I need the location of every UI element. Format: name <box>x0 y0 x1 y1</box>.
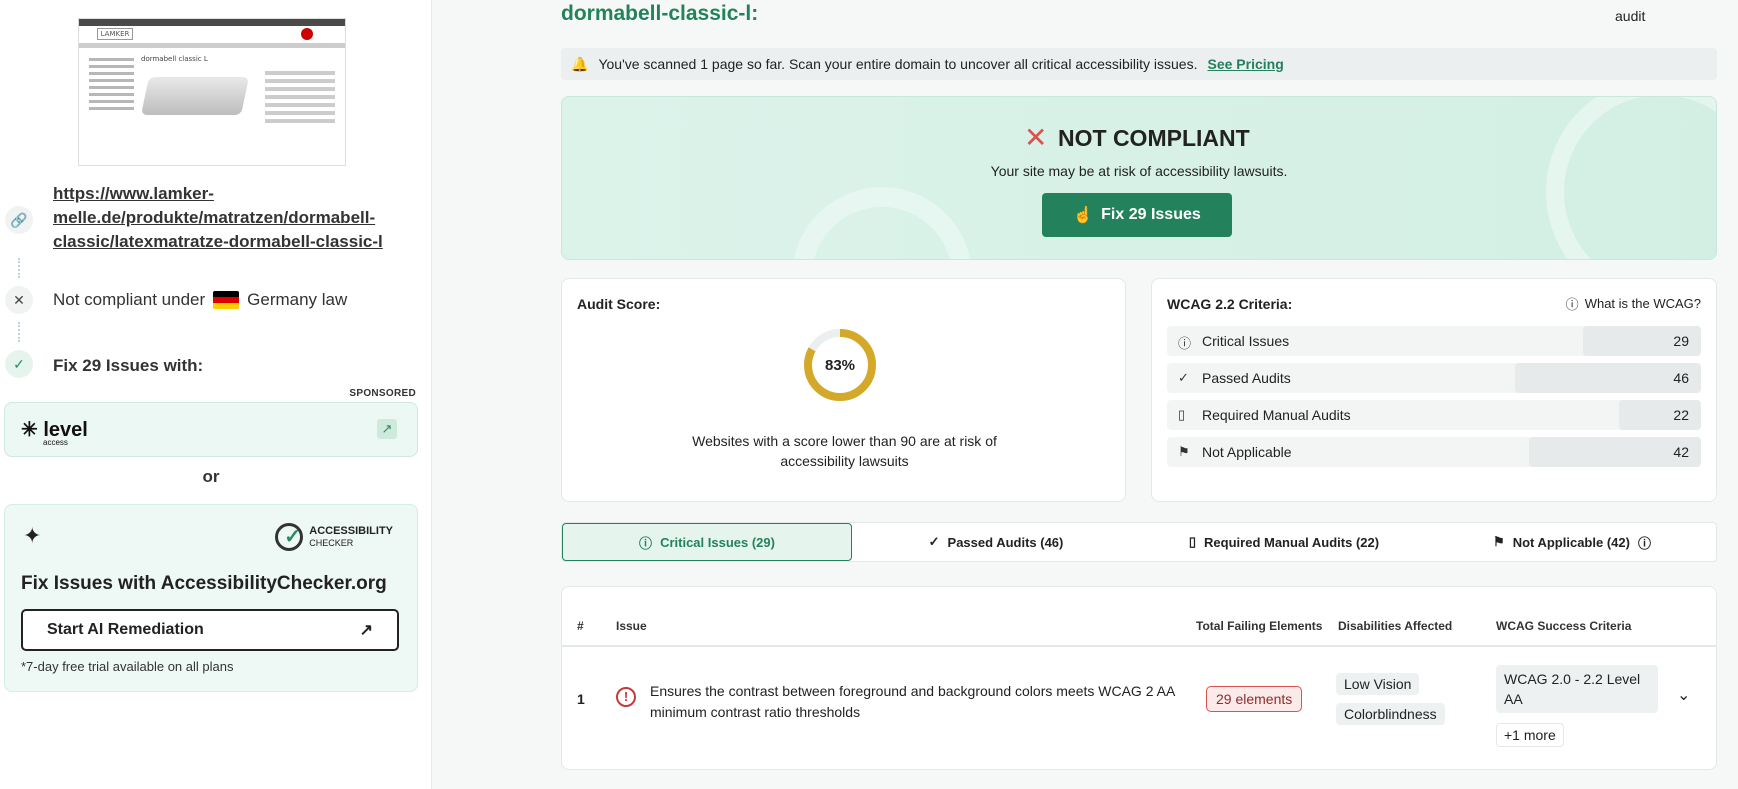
row-number: 1 <box>577 691 585 707</box>
check-icon: ✓ <box>928 534 940 549</box>
issue-description: Ensures the contrast between foreground … <box>650 683 1175 720</box>
thumbnail-logo: LAMKER <box>97 28 133 40</box>
accessibility-checker-card: ✦ ACCESSIBILITYCHECKER Fix Issues with A… <box>4 504 418 692</box>
score-value: 83% <box>824 356 856 374</box>
info-icon: ⓘ <box>1565 297 1579 312</box>
level-access-logo: ✳ level access <box>21 419 88 447</box>
arrow-up-right-icon: ↗ <box>359 622 373 639</box>
main-panel: dormabell-classic-l: audit 🔔 You've scan… <box>433 0 1738 789</box>
close-icon: ✕ <box>5 286 33 314</box>
wcag-criteria-card: WCAG 2.2 Criteria: ⓘ What is the WCAG? ⓘ… <box>1151 278 1717 502</box>
disability-tag: Low Vision <box>1336 673 1420 695</box>
check-icon: ✓ <box>1178 370 1189 385</box>
table-header: # Issue Total Failing Elements Disabilit… <box>562 587 1716 647</box>
wcag-label: WCAG 2.2 Criteria: <box>1167 296 1293 312</box>
compliance-hero: ✕ NOT COMPLIANT Your site may be at risk… <box>561 96 1717 260</box>
or-divider: or <box>202 467 220 486</box>
flag-icon: ⚑ <box>1178 444 1190 459</box>
what-is-wcag-link[interactable]: ⓘ What is the WCAG? <box>1566 294 1701 313</box>
trial-note: *7-day free trial available on all plans <box>21 659 234 674</box>
sparkle-icon: ✦ <box>23 523 42 548</box>
thumbnail-title: dormabell classic L <box>141 55 208 63</box>
chevron-down-icon[interactable]: ⌄ <box>1677 685 1690 705</box>
issue-tabs: ⓘ Critical Issues (29) ✓ Passed Audits (… <box>561 522 1717 562</box>
critical-issue-icon: ! <box>616 687 636 707</box>
scanned-url-link[interactable]: https://www.lamker-melle.de/produkte/mat… <box>53 182 413 254</box>
sponsored-label: SPONSORED <box>349 388 416 399</box>
ac-heading: Fix Issues with AccessibilityChecker.org <box>21 573 387 594</box>
law-status: Not compliant under Germany law <box>53 290 347 310</box>
fix-issues-button[interactable]: ☝ Fix 29 Issues <box>1042 193 1232 237</box>
info-icon[interactable]: ⓘ <box>1638 533 1651 552</box>
table-row[interactable]: 1 ! Ensures the contrast between foregro… <box>562 649 1716 759</box>
tab-critical-issues[interactable]: ⓘ Critical Issues (29) <box>562 523 852 561</box>
tab-not-applicable[interactable]: ⚑ Not Applicable (42) ⓘ <box>1428 523 1716 561</box>
not-compliant-x-icon: ✕ <box>1024 122 1048 153</box>
left-panel: LAMKER dormabell classic L 🔗 https://www… <box>0 0 432 789</box>
more-criteria-button[interactable]: +1 more <box>1496 723 1564 747</box>
criteria-row-not-applicable: ⚑ Not Applicable 42 <box>1167 437 1701 467</box>
audit-label: audit <box>1615 8 1646 24</box>
law-prefix: Not compliant under <box>53 290 206 309</box>
failing-elements-badge[interactable]: 29 elements <box>1206 686 1303 712</box>
issues-table: # Issue Total Failing Elements Disabilit… <box>561 586 1717 770</box>
scan-banner: 🔔 You've scanned 1 page so far. Scan you… <box>561 48 1717 80</box>
risk-subtitle: Your site may be at risk of accessibilit… <box>990 163 1288 179</box>
tab-required-manual-audits[interactable]: ▯ Required Manual Audits (22) <box>1140 523 1428 561</box>
audit-score-label: Audit Score: <box>577 296 661 312</box>
fix-with-heading: Fix 29 Issues with: <box>53 356 204 375</box>
audit-score-card: Audit Score: 83% Websites with a score l… <box>561 278 1126 502</box>
level-access-card[interactable]: ✳ level access ↗ <box>4 402 418 457</box>
alert-circle-icon: ⓘ <box>639 535 653 551</box>
document-icon: ▯ <box>1188 534 1197 549</box>
compliance-status: NOT COMPLIANT <box>1058 125 1250 151</box>
criteria-row-critical: ⓘ Critical Issues 29 <box>1167 326 1701 356</box>
bell-icon: 🔔 <box>571 55 589 72</box>
criteria-row-manual: ▯ Required Manual Audits 22 <box>1167 400 1701 430</box>
mattress-image <box>140 77 250 115</box>
link-icon: 🔗 <box>5 206 33 234</box>
law-country: Germany law <box>247 290 348 309</box>
page-screenshot-thumbnail: LAMKER dormabell classic L <box>78 18 346 166</box>
check-icon: ✓ <box>5 350 33 378</box>
disability-tag: Colorblindness <box>1336 703 1445 725</box>
page-title: dormabell-classic-l: <box>561 2 759 25</box>
external-link-icon[interactable]: ↗ <box>377 419 397 439</box>
document-icon: ▯ <box>1178 407 1186 422</box>
accessibility-checker-logo: ACCESSIBILITYCHECKER <box>275 523 393 551</box>
see-pricing-link[interactable]: See Pricing <box>1207 56 1283 72</box>
alert-circle-icon: ⓘ <box>1178 336 1192 351</box>
wcag-criteria-tag: WCAG 2.0 - 2.2 Level AA <box>1496 665 1658 713</box>
tab-passed-audits[interactable]: ✓ Passed Audits (46) <box>852 523 1140 561</box>
criteria-row-passed: ✓ Passed Audits 46 <box>1167 363 1701 393</box>
banner-text: You've scanned 1 page so far. Scan your … <box>598 56 1198 72</box>
flag-icon: ⚑ <box>1493 534 1505 549</box>
pointer-icon: ☝ <box>1073 207 1094 224</box>
score-risk-text: Websites with a score lower than 90 are … <box>692 433 997 469</box>
start-ai-remediation-button[interactable]: Start AI Remediation ↗ <box>21 609 399 651</box>
germany-flag-icon <box>213 291 240 309</box>
